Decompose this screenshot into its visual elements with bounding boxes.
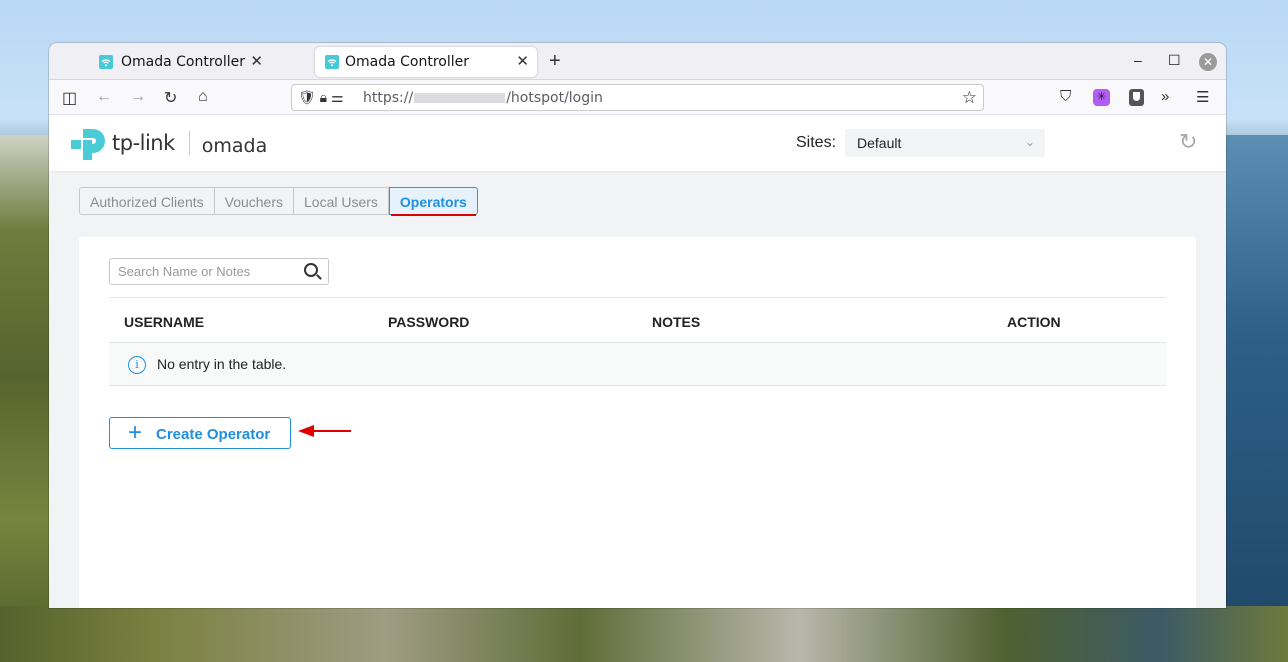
sites-value: Default <box>857 135 902 151</box>
browser-tab[interactable]: Omada Controller ✕ <box>49 47 271 77</box>
empty-table-row: i No entry in the table. <box>109 343 1166 386</box>
overflow-icon[interactable]: » <box>1161 88 1169 105</box>
desktop-wallpaper-right <box>1226 135 1288 635</box>
tab-vouchers[interactable]: Vouchers <box>214 187 294 215</box>
chevron-down-icon: ⌄ <box>1024 135 1035 149</box>
close-tab-icon[interactable]: ✕ <box>516 52 529 70</box>
tab-title: Omada Controller <box>121 54 246 70</box>
browser-window: Omada Controller ✕ Omada Controller ✕ + … <box>49 43 1226 608</box>
refresh-icon[interactable]: ↻ <box>1179 129 1197 155</box>
column-username: USERNAME <box>124 314 205 330</box>
create-operator-button[interactable]: + Create Operator <box>109 417 291 449</box>
search-icon[interactable] <box>304 263 318 277</box>
sidebar-icon[interactable]: ◫ <box>62 88 77 108</box>
app-header: tp-link omada Sites: Default ⌄ ↻ <box>49 115 1226 171</box>
column-notes: NOTES <box>652 314 701 330</box>
brand-name: tp-link <box>112 131 175 155</box>
column-password: PASSWORD <box>388 314 470 330</box>
tp-link-logo: tp-link omada <box>69 123 267 163</box>
table-header: USERNAME PASSWORD NOTES ACTION <box>109 297 1166 343</box>
omada-app: tp-link omada Sites: Default ⌄ ↻ Authori… <box>49 115 1226 608</box>
browser-tab-active[interactable]: Omada Controller ✕ <box>315 47 537 77</box>
sites-select[interactable]: Default ⌄ <box>845 129 1045 157</box>
tab-strip: Omada Controller ✕ Omada Controller ✕ + … <box>49 43 1226 80</box>
empty-message: No entry in the table. <box>157 356 287 372</box>
reload-icon[interactable]: ↻ <box>164 88 177 108</box>
url-text: https:// /hotspot/login <box>363 90 603 106</box>
section-tabs: Authorized Clients Vouchers Local Users … <box>79 187 478 216</box>
maximize-button[interactable]: ☐ <box>1168 52 1181 69</box>
url-host-redacted <box>414 93 506 103</box>
tab-title: Omada Controller <box>345 54 470 70</box>
minimize-button[interactable]: – <box>1134 52 1142 68</box>
bookmark-star-icon[interactable]: ☆ <box>962 88 977 108</box>
menu-icon[interactable]: ☰ <box>1196 88 1209 106</box>
url-path: /hotspot/login <box>506 90 603 106</box>
desktop-wallpaper-left <box>0 135 49 615</box>
tab-local-users[interactable]: Local Users <box>294 187 389 215</box>
desktop-wallpaper-bottom <box>0 606 1288 662</box>
window-close-button[interactable]: ✕ <box>1199 53 1217 71</box>
wifi-favicon-icon <box>99 55 113 69</box>
operators-table: USERNAME PASSWORD NOTES ACTION i No entr… <box>109 297 1166 386</box>
logo-divider <box>188 131 190 155</box>
new-tab-button[interactable]: + <box>549 50 561 73</box>
back-icon[interactable]: ← <box>96 88 112 106</box>
tab-authorized-clients[interactable]: Authorized Clients <box>79 187 215 215</box>
forward-icon[interactable]: → <box>130 88 146 106</box>
info-icon: i <box>128 356 146 374</box>
close-tab-icon[interactable]: ✕ <box>250 52 263 70</box>
search-input[interactable] <box>118 264 288 279</box>
annotation-arrow-icon <box>298 425 351 437</box>
nav-bar: ◫ ← → ↻ ⌂ 🛡︎ 🔒︎ ⚌ https:// /hotspot/login… <box>49 80 1226 115</box>
bitwarden-icon[interactable] <box>1129 89 1144 106</box>
sites-label: Sites: <box>796 134 837 151</box>
product-name: omada <box>201 135 268 157</box>
operators-card: USERNAME PASSWORD NOTES ACTION i No entr… <box>79 237 1196 608</box>
create-operator-label: Create Operator <box>156 426 271 443</box>
search-box[interactable] <box>109 258 329 285</box>
tab-operators[interactable]: Operators <box>388 187 478 216</box>
shield-lock-icon[interactable]: 🛡︎ 🔒︎ ⚌ <box>298 89 344 106</box>
url-prefix: https:// <box>363 90 414 106</box>
wifi-favicon-icon <box>325 55 339 69</box>
home-icon[interactable]: ⌂ <box>198 88 208 106</box>
pocket-icon[interactable]: ⛉ <box>1060 88 1071 105</box>
plus-icon: + <box>128 419 143 446</box>
extension-icon[interactable]: ✳ <box>1093 89 1110 106</box>
tp-link-logo-icon <box>69 123 109 163</box>
column-action: ACTION <box>1007 314 1061 330</box>
url-bar[interactable]: 🛡︎ 🔒︎ ⚌ https:// /hotspot/login ☆ <box>291 84 984 111</box>
